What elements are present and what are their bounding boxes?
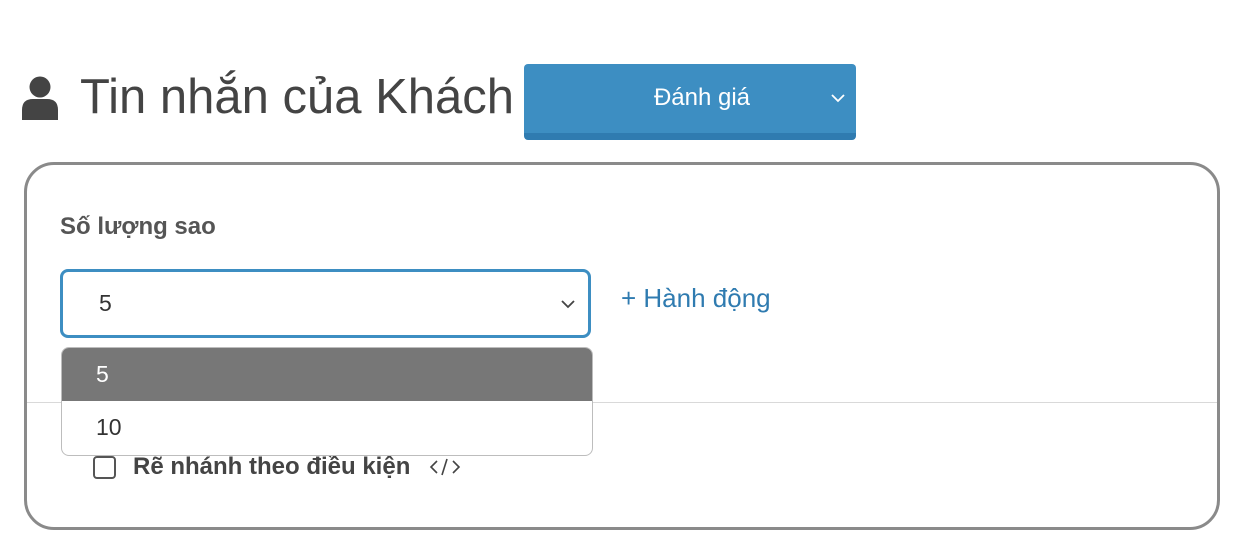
branch-condition-checkbox[interactable] xyxy=(93,455,116,479)
stars-select[interactable]: 5 xyxy=(60,269,591,338)
message-type-select[interactable]: Đánh giá xyxy=(524,64,856,140)
chevron-down-icon xyxy=(561,300,575,309)
stars-select-value: 5 xyxy=(99,290,112,316)
branch-condition-row: Rẽ nhánh theo điều kiện xyxy=(93,452,462,482)
branch-condition-label: Rẽ nhánh theo điều kiện xyxy=(133,453,411,480)
chevron-down-icon xyxy=(831,94,845,103)
stars-field-label: Số lượng sao xyxy=(60,213,216,240)
add-action-link[interactable]: + Hành động xyxy=(621,283,771,314)
stars-option-10[interactable]: 10 xyxy=(62,401,592,454)
stars-options-dropdown: 5 10 xyxy=(61,347,593,456)
code-icon[interactable] xyxy=(428,456,462,478)
message-config-panel: Số lượng sao 5 + Hành động 5 10 Rẽ nhánh… xyxy=(24,162,1220,530)
message-type-value: Đánh giá xyxy=(653,84,751,111)
page-title: Tin nhắn của Khách xyxy=(80,70,515,124)
stars-option-5[interactable]: 5 xyxy=(62,348,592,401)
user-icon xyxy=(22,76,58,120)
